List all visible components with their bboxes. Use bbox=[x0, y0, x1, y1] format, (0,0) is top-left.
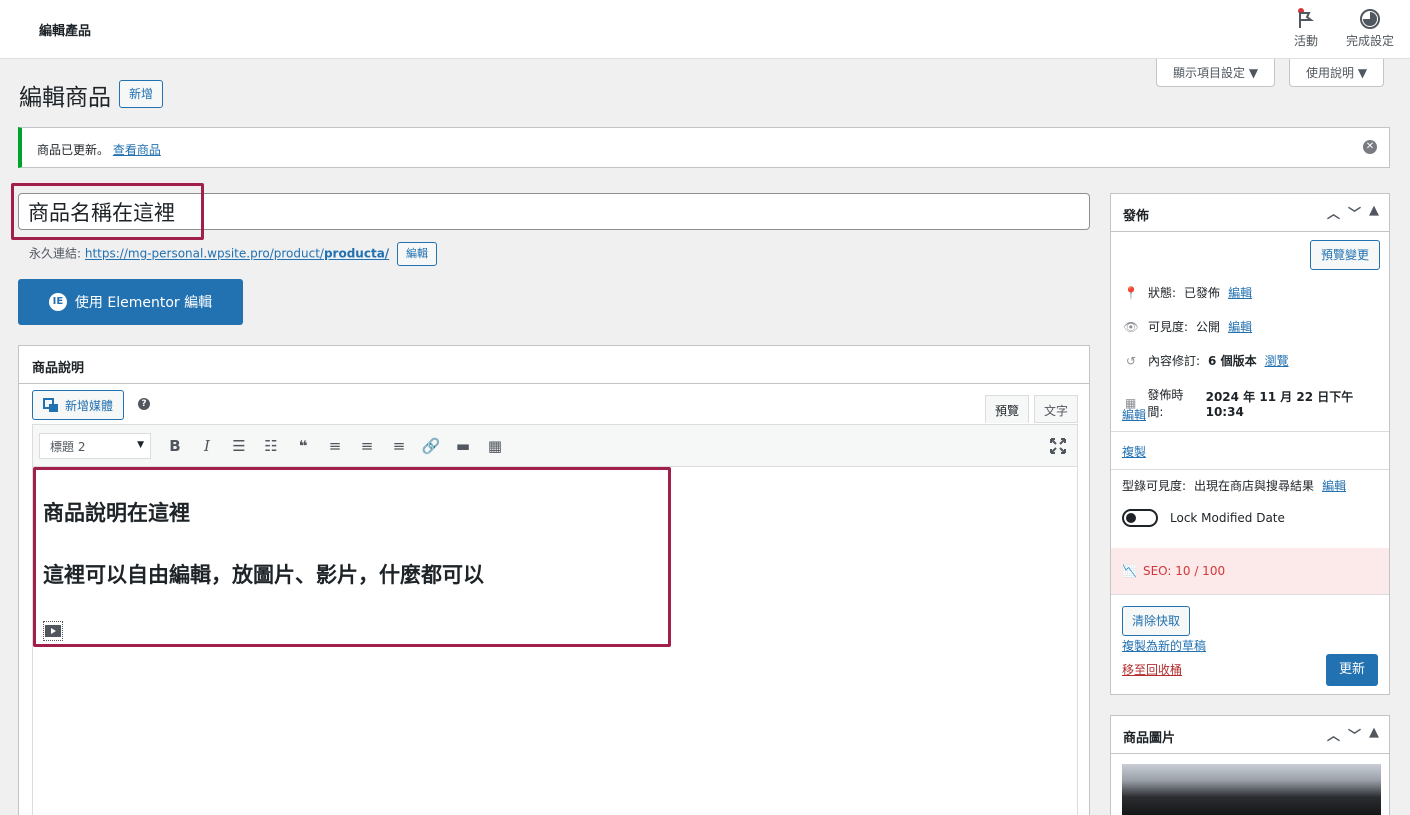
dismiss-icon[interactable]: ✕ bbox=[1363, 140, 1377, 154]
elementor-label: 使用 Elementor 編輯 bbox=[74, 295, 213, 311]
add-new-button[interactable]: 新增 bbox=[119, 80, 164, 108]
top-bar-title: 編輯產品 bbox=[39, 24, 92, 39]
content-highlight-box bbox=[33, 467, 671, 647]
bullet-list-icon[interactable]: ☰ bbox=[223, 437, 255, 455]
editor-toolbar: 標題 2 ▼ B I ☰ ☷ ❝ ≡ ≡ ≡ 🔗 ▬ ▦ bbox=[33, 425, 1077, 467]
activity-label: 活動 bbox=[1294, 34, 1319, 48]
screen-options-toggle[interactable]: 顯示項目設定 ▼ bbox=[1156, 59, 1276, 87]
permalink-url[interactable]: https://mg-personal.wpsite.pro/product/p… bbox=[85, 247, 389, 261]
history-icon: ↺ bbox=[1125, 353, 1137, 368]
flag-icon bbox=[1298, 8, 1314, 28]
align-center-icon[interactable]: ≡ bbox=[351, 437, 383, 455]
clear-cache-button[interactable]: 清除快取 bbox=[1122, 606, 1191, 636]
collapse-icon[interactable]: ▲ bbox=[1369, 203, 1379, 222]
chevron-down-icon[interactable]: ﹀ bbox=[1348, 203, 1361, 222]
product-image-thumbnail[interactable] bbox=[1122, 764, 1381, 815]
publish-time-row: ▦ 發佈時間: 2024 年 11 月 22 日下午 10:34 bbox=[1122, 386, 1389, 420]
trash-link[interactable]: 移至回收桶 bbox=[1122, 661, 1182, 678]
setup-label: 完成設定 bbox=[1346, 34, 1395, 48]
media-icon bbox=[43, 398, 58, 412]
edit-catalog-link[interactable]: 編輯 bbox=[1322, 477, 1346, 494]
seo-graph-icon: 📉 bbox=[1122, 564, 1137, 578]
blockquote-icon[interactable]: ❝ bbox=[287, 437, 319, 455]
setup-button[interactable]: 完成設定 bbox=[1346, 8, 1394, 49]
help-icon[interactable]: ? bbox=[138, 398, 150, 410]
read-more-icon[interactable]: ▬ bbox=[447, 437, 479, 455]
chevron-up-icon[interactable]: ︿ bbox=[1327, 203, 1340, 222]
help-toggle[interactable]: 使用說明 ▼ bbox=[1289, 59, 1385, 87]
numbered-list-icon[interactable]: ☷ bbox=[255, 437, 287, 455]
update-button[interactable]: 更新 bbox=[1325, 654, 1378, 686]
pin-icon: 📍 bbox=[1123, 285, 1139, 300]
product-image-box: 商品圖片 ︿ ﹀ ▲ bbox=[1110, 715, 1390, 815]
italic-icon[interactable]: I bbox=[191, 437, 223, 455]
revisions-row: ↺ 內容修訂: 6 個版本 瀏覽 bbox=[1122, 352, 1289, 369]
tab-visual[interactable]: 預覽 bbox=[985, 395, 1030, 423]
status-row: 📍 狀態: 已發佈 編輯 bbox=[1123, 284, 1253, 301]
lock-modified-toggle[interactable] bbox=[1122, 509, 1158, 527]
add-media-label: 新增媒體 bbox=[65, 398, 114, 413]
edit-publish-time-link[interactable]: 編輯 bbox=[1122, 406, 1146, 423]
publish-box: 發佈 ︿ ﹀ ▲ 預覽變更 📍 狀態: 已發佈 編輯 👁 可見度: 公開 編輯 ↺ … bbox=[1110, 193, 1390, 695]
format-select[interactable]: 標題 2 ▼ bbox=[39, 432, 151, 459]
product-image-heading: 商品圖片 ︿ ﹀ ▲ bbox=[1111, 716, 1389, 754]
visibility-row: 👁 可見度: 公開 編輯 bbox=[1123, 318, 1253, 335]
toolbar-toggle-icon[interactable]: ▦ bbox=[479, 437, 511, 455]
elementor-edit-button[interactable]: IE 使用 Elementor 編輯 bbox=[18, 279, 243, 325]
publish-heading: 發佈 ︿ ﹀ ▲ bbox=[1111, 194, 1389, 232]
chevron-up-icon[interactable]: ︿ bbox=[1327, 725, 1340, 744]
eye-icon: 👁 bbox=[1123, 319, 1139, 334]
preview-changes-button[interactable]: 預覽變更 bbox=[1309, 240, 1380, 270]
notice-text: 商品已更新。 bbox=[37, 143, 110, 157]
view-product-link[interactable]: 查看商品 bbox=[113, 143, 161, 157]
title-highlight-box bbox=[11, 183, 204, 240]
link-icon[interactable]: 🔗 bbox=[415, 437, 447, 455]
fullscreen-icon[interactable] bbox=[1049, 437, 1067, 459]
permalink-label: 永久連結: bbox=[29, 246, 82, 261]
edit-permalink-button[interactable]: 編輯 bbox=[397, 242, 437, 266]
chevron-down-icon[interactable]: ﹀ bbox=[1348, 725, 1361, 744]
collapse-icon[interactable]: ▲ bbox=[1369, 725, 1379, 744]
elementor-icon: IE bbox=[48, 293, 67, 311]
activity-button[interactable]: 活動 bbox=[1294, 8, 1318, 49]
edit-visibility-link[interactable]: 編輯 bbox=[1228, 318, 1252, 335]
lock-modified-row: Lock Modified Date bbox=[1122, 509, 1285, 527]
duplicate-link[interactable]: 複製 bbox=[1122, 443, 1146, 460]
tab-text[interactable]: 文字 bbox=[1034, 395, 1079, 423]
seo-score-row: 📉 SEO: 10 / 100 bbox=[1111, 548, 1389, 594]
align-left-icon[interactable]: ≡ bbox=[319, 437, 351, 455]
progress-circle-icon bbox=[1360, 9, 1380, 29]
top-bar: 編輯產品 活動 完成設定 bbox=[0, 0, 1410, 59]
description-heading: 商品說明 bbox=[19, 346, 1089, 384]
catalog-visibility-row: 型錄可見度: 出現在商店與搜尋結果 編輯 bbox=[1122, 477, 1347, 494]
page-title: 編輯商品 bbox=[19, 85, 111, 111]
copy-draft-link[interactable]: 複製為新的草稿 bbox=[1122, 637, 1206, 654]
browse-revisions-link[interactable]: 瀏覽 bbox=[1265, 352, 1289, 369]
bold-icon[interactable]: B bbox=[159, 437, 191, 455]
align-right-icon[interactable]: ≡ bbox=[383, 437, 415, 455]
permalink: 永久連結: https://mg-personal.wpsite.pro/pro… bbox=[29, 242, 437, 266]
update-notice: 商品已更新。 查看商品 ✕ bbox=[18, 127, 1390, 168]
edit-status-link[interactable]: 編輯 bbox=[1228, 284, 1252, 301]
add-media-button[interactable]: 新增媒體 bbox=[32, 390, 125, 420]
